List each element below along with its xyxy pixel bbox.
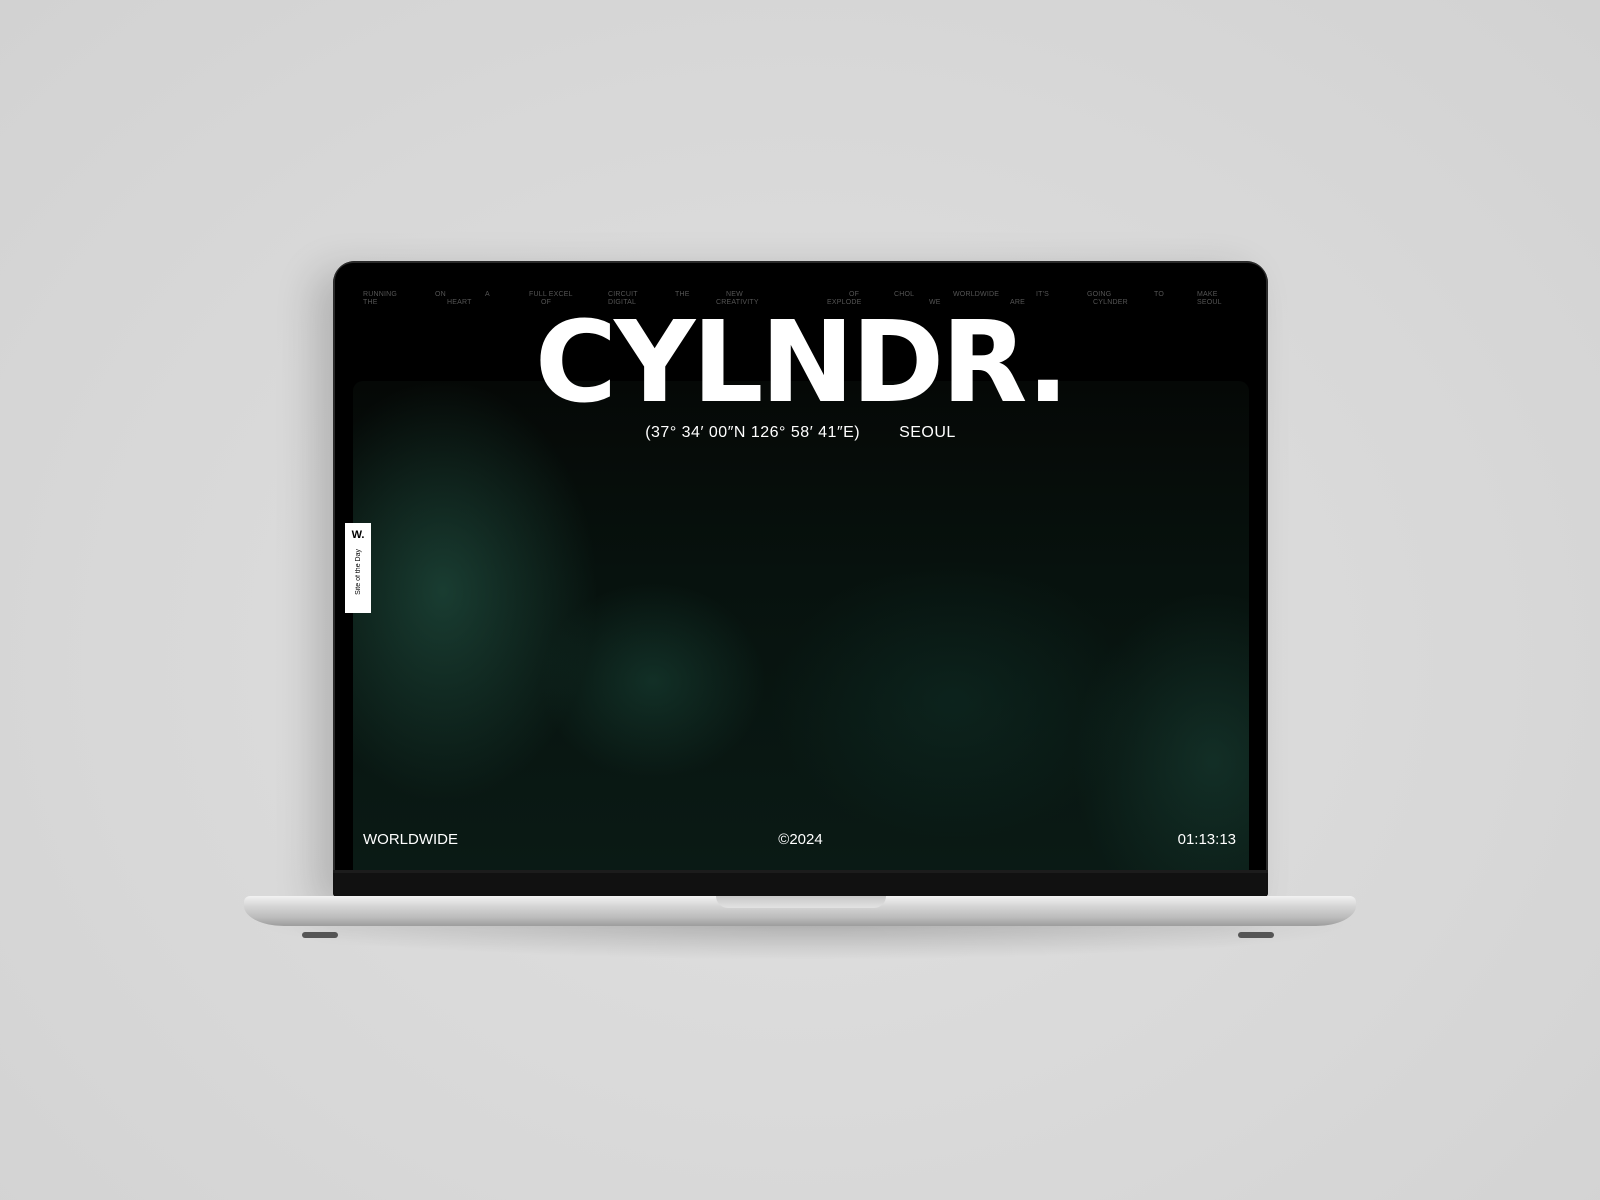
laptop-foot-right — [1238, 932, 1274, 938]
city-text: SEOUL — [899, 424, 956, 441]
laptop-base — [244, 896, 1356, 926]
laptop-lid: RUNNING THE ON HEART A FULL EXCEL OF CIRCUI… — [333, 261, 1268, 897]
footer-clock: 01:13:13 — [1177, 831, 1236, 848]
badge-label: Site of the Day — [354, 549, 362, 595]
scene: RUNNING THE ON HEART A FULL EXCEL OF CIRCUI… — [0, 0, 1600, 1200]
laptop-screen: RUNNING THE ON HEART A FULL EXCEL OF CIRCUI… — [335, 263, 1266, 873]
bezel-bottom — [333, 870, 1268, 897]
awwwards-badge[interactable]: W. Site of the Day — [345, 523, 371, 613]
ticker-word: A — [485, 291, 490, 298]
badge-mark: W. — [351, 529, 365, 541]
ticker-word: TO — [1154, 291, 1164, 298]
lid-notch — [716, 896, 886, 908]
ticker-word: RUNNING THE — [363, 291, 398, 306]
footer-copyright: ©2024 — [778, 831, 823, 848]
coordinates-text: (37° 34′ 00″N 126° 58′ 41″E) — [645, 424, 861, 441]
ticker-word: ON HEART — [435, 291, 472, 306]
site-logo[interactable]: CYLNDR. — [335, 307, 1266, 419]
ticker-word: MAKE SEOUL — [1197, 291, 1222, 306]
location-line: (37° 34′ 00″N 126° 58′ 41″E) SEOUL — [335, 424, 1266, 442]
hero-background — [353, 381, 1249, 871]
ticker-word: GOING CYLNDER — [1087, 291, 1128, 306]
laptop-foot-left — [302, 932, 338, 938]
